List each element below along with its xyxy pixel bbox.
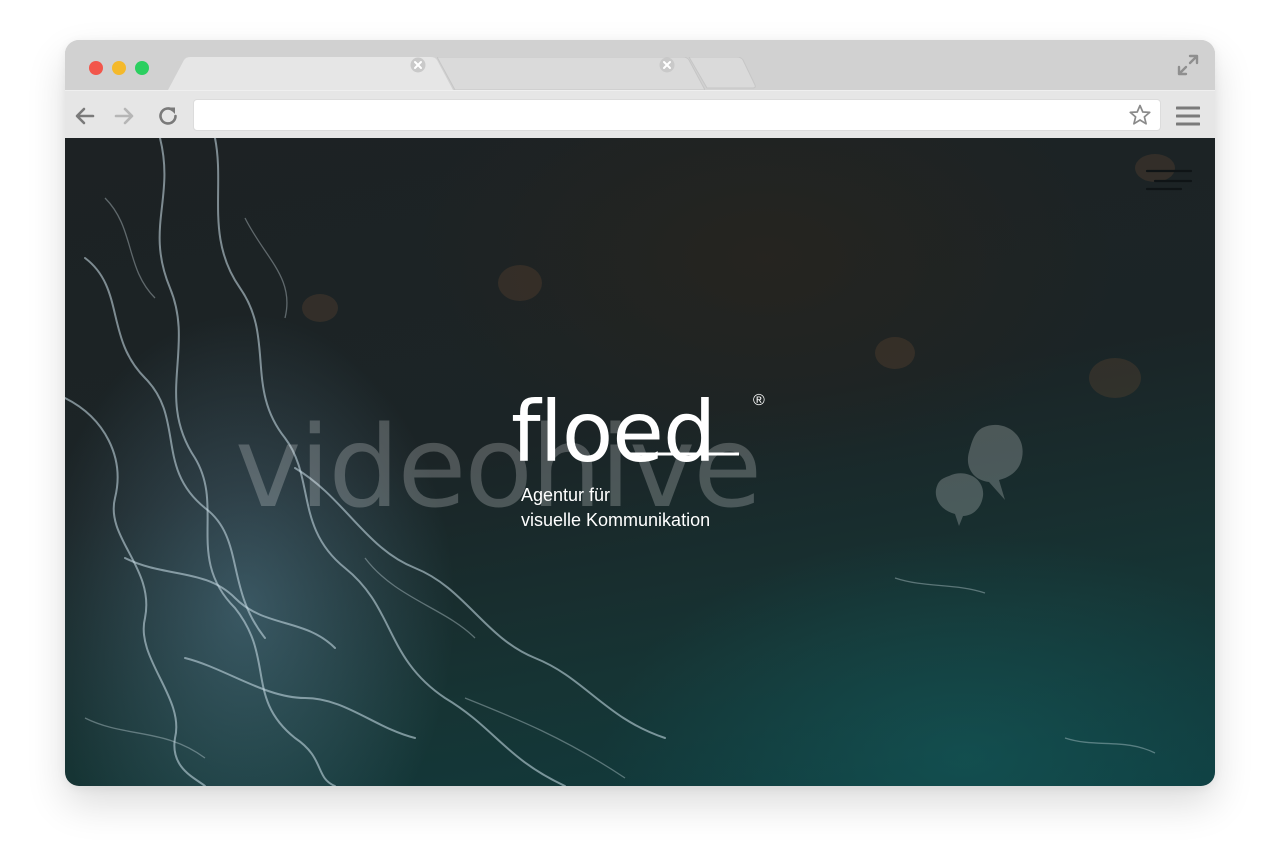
reload-icon[interactable]: [156, 104, 180, 128]
forward-arrow-icon[interactable]: [112, 104, 136, 128]
logo-strike-line: [631, 452, 739, 456]
brand-block: floed ® Agentur für visuelle Kommunikati…: [511, 390, 781, 540]
new-tab-shape: [688, 57, 756, 89]
registered-mark: ®: [753, 392, 765, 409]
tab-inactive[interactable]: [437, 57, 705, 90]
back-arrow-icon[interactable]: [73, 104, 97, 128]
tagline-line-2: visuelle Kommunikation: [521, 510, 711, 530]
tab-close-icon[interactable]: [410, 57, 426, 73]
browser-toolbar: [65, 90, 1215, 138]
tab-active[interactable]: [168, 57, 453, 90]
expand-icon[interactable]: [1177, 54, 1199, 76]
browser-menu-icon[interactable]: [1176, 105, 1200, 127]
bookmark-star-icon[interactable]: [1128, 103, 1152, 127]
new-tab-button[interactable]: [687, 57, 757, 90]
title-bar: [65, 40, 1215, 90]
zoom-window-button[interactable]: [135, 61, 149, 75]
tagline-line-1: Agentur für: [521, 485, 611, 505]
browser-window: videohive floed ® Agentur für visuelle K…: [65, 40, 1215, 786]
address-bar[interactable]: [193, 99, 1161, 131]
close-window-button[interactable]: [89, 61, 103, 75]
tagline: Agentur für visuelle Kommunikation: [521, 483, 710, 533]
watermark-logo-icon: [935, 424, 1023, 526]
minimize-window-button[interactable]: [112, 61, 126, 75]
page-viewport: videohive floed ® Agentur für visuelle K…: [65, 138, 1215, 786]
brand-logo[interactable]: floed: [511, 390, 716, 474]
tab-close-icon[interactable]: [659, 57, 675, 73]
hamburger-menu-icon[interactable]: [1145, 165, 1193, 193]
